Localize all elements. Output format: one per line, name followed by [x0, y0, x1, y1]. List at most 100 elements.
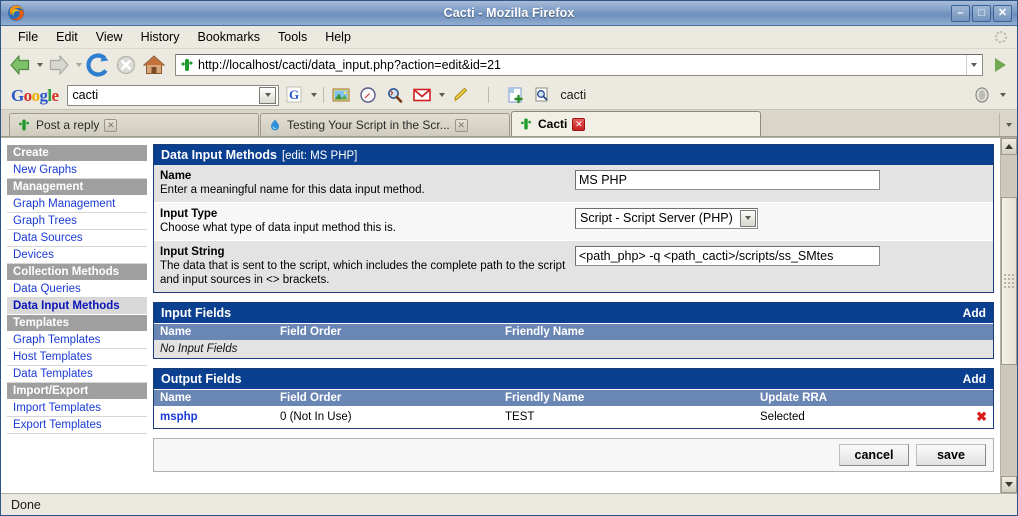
sidebar-item-graph-templates[interactable]: Graph Templates: [7, 332, 147, 349]
home-icon[interactable]: [141, 52, 167, 78]
toolbar-settings-dropdown[interactable]: [998, 82, 1007, 108]
column-header-name[interactable]: Name: [160, 392, 280, 404]
minimize-button[interactable]: –: [951, 4, 970, 22]
back-arrow-icon[interactable]: [7, 52, 33, 78]
reload-icon[interactable]: [85, 52, 111, 78]
sidebar-item-devices[interactable]: Devices: [7, 247, 147, 264]
tab-post-a-reply[interactable]: Post a reply ✕: [9, 113, 259, 136]
tab-list-icon[interactable]: [999, 113, 1017, 136]
output-field-name-link[interactable]: msphp: [160, 411, 280, 423]
scroll-up-button[interactable]: [1001, 138, 1017, 155]
gmail-icon[interactable]: [410, 84, 434, 106]
sidebar-item-export-templates[interactable]: Export Templates: [7, 417, 147, 434]
tab-cacti[interactable]: Cacti ✕: [511, 111, 761, 136]
scrollbar-track[interactable]: [1001, 155, 1017, 476]
input-string-input[interactable]: <path_php> -q <path_cacti>/scripts/ss_SM…: [575, 245, 880, 266]
sidebar-item-import-templates[interactable]: Import Templates: [7, 400, 147, 417]
find-toolbar-item[interactable]: cacti: [533, 84, 586, 106]
table-header-row: Name Field Order Friendly Name Update RR…: [154, 388, 993, 406]
cancel-button[interactable]: cancel: [839, 443, 909, 466]
status-bar: Done: [1, 493, 1017, 515]
cacti-favicon: [179, 57, 195, 73]
panel-header: Output Fields Add: [154, 368, 993, 389]
field-row-input-string: Input String The data that is sent to th…: [154, 240, 993, 292]
add-output-field-link[interactable]: Add: [963, 372, 986, 386]
output-field-order: 0 (Not In Use): [280, 410, 352, 423]
site-search-icon[interactable]: [383, 84, 407, 106]
input-fields-panel: Input Fields Add Name Field Order Friend…: [153, 301, 994, 359]
sidebar-item-graph-trees[interactable]: Graph Trees: [7, 213, 147, 230]
google-search-options-dropdown[interactable]: [309, 82, 318, 108]
input-type-select[interactable]: Script - Script Server (PHP): [575, 207, 758, 229]
svg-text:G: G: [289, 87, 299, 102]
sidebar-item-data-input-methods[interactable]: Data Input Methods: [7, 298, 147, 315]
compass-icon[interactable]: [356, 84, 380, 106]
google-search-dropdown-icon[interactable]: [259, 86, 277, 104]
menu-bookmarks[interactable]: Bookmarks: [188, 28, 269, 46]
table-header-row: Name Field Order Friendly Name: [154, 322, 993, 340]
throbber-icon: [994, 30, 1008, 44]
sidebar-item-data-templates[interactable]: Data Templates: [7, 366, 147, 383]
column-header-field-order[interactable]: Field Order: [280, 326, 505, 338]
empty-state-row: No Input Fields: [154, 339, 993, 358]
save-button[interactable]: save: [916, 443, 986, 466]
image-icon[interactable]: [329, 84, 353, 106]
menu-help[interactable]: Help: [316, 28, 360, 46]
google-logo: Google: [11, 85, 59, 105]
tab-close-icon[interactable]: ✕: [572, 117, 586, 131]
column-header-actions: [969, 392, 987, 404]
sidebar-item-host-templates[interactable]: Host Templates: [7, 349, 147, 366]
column-header-update-rra[interactable]: Update RRA: [760, 392, 969, 404]
cacti-page: Create New Graphs Management Graph Manag…: [1, 138, 1000, 493]
menu-edit[interactable]: Edit: [47, 28, 87, 46]
scroll-down-button[interactable]: [1001, 476, 1017, 493]
add-bookmark-icon[interactable]: [504, 84, 528, 106]
menu-file[interactable]: File: [9, 28, 47, 46]
sidebar-header-create: Create: [7, 145, 147, 162]
menu-bar: File Edit View History Bookmarks Tools H…: [1, 26, 1017, 49]
browser-window: Cacti - Mozilla Firefox – □ ✕ File Edit …: [0, 0, 1018, 516]
url-text[interactable]: http://localhost/cacti/data_input.php?ac…: [198, 58, 966, 72]
scrollbar-thumb[interactable]: [1001, 197, 1017, 365]
column-header-spacer: [760, 326, 987, 338]
sidebar-item-graph-management[interactable]: Graph Management: [7, 196, 147, 213]
highlighter-icon[interactable]: [449, 84, 473, 106]
gmail-dropdown-icon[interactable]: [437, 82, 446, 108]
panel-title: Data Input Methods: [161, 148, 277, 162]
sidebar-item-data-sources[interactable]: Data Sources: [7, 230, 147, 247]
tab-close-icon[interactable]: ✕: [454, 118, 468, 132]
google-search-value[interactable]: cacti: [72, 88, 259, 102]
table-row[interactable]: msphp 0 (Not In Use) TEST Selected ✖: [154, 405, 993, 428]
field-label: Name: [160, 170, 192, 182]
go-arrow-icon[interactable]: [989, 54, 1011, 76]
tab-label: Post a reply: [36, 118, 100, 132]
google-search-icon[interactable]: G: [282, 84, 306, 106]
delete-icon[interactable]: ✖: [969, 409, 987, 425]
droplet-favicon: [268, 118, 282, 132]
menu-view[interactable]: View: [87, 28, 132, 46]
sidebar-item-data-queries[interactable]: Data Queries: [7, 281, 147, 298]
column-header-friendly-name[interactable]: Friendly Name: [505, 392, 760, 404]
menu-history[interactable]: History: [132, 28, 189, 46]
menu-tools[interactable]: Tools: [269, 28, 316, 46]
google-search-input[interactable]: cacti: [67, 84, 280, 106]
url-dropdown-icon[interactable]: [966, 55, 981, 75]
maximize-button[interactable]: □: [972, 4, 991, 22]
chevron-down-icon[interactable]: [739, 209, 756, 227]
address-bar[interactable]: http://localhost/cacti/data_input.php?ac…: [175, 54, 983, 76]
scrollbar-grip-icon: [1004, 274, 1014, 288]
column-header-field-order[interactable]: Field Order: [280, 392, 505, 404]
vertical-scrollbar[interactable]: [1000, 138, 1017, 493]
column-header-name[interactable]: Name: [160, 326, 280, 338]
back-history-dropdown[interactable]: [35, 52, 44, 78]
tab-testing-your-script[interactable]: Testing Your Script in the Scr... ✕: [260, 113, 510, 136]
column-header-friendly-name[interactable]: Friendly Name: [505, 326, 760, 338]
output-field-update-rra: Selected: [760, 410, 805, 423]
field-row-input-type: Input Type Choose what type of data inpu…: [154, 202, 993, 241]
close-button[interactable]: ✕: [993, 4, 1012, 22]
toolbar-settings-icon[interactable]: [972, 84, 996, 106]
tab-close-icon[interactable]: ✕: [104, 118, 118, 132]
name-input[interactable]: MS PHP: [575, 170, 880, 190]
add-input-field-link[interactable]: Add: [963, 306, 986, 320]
sidebar-item-new-graphs[interactable]: New Graphs: [7, 162, 147, 179]
